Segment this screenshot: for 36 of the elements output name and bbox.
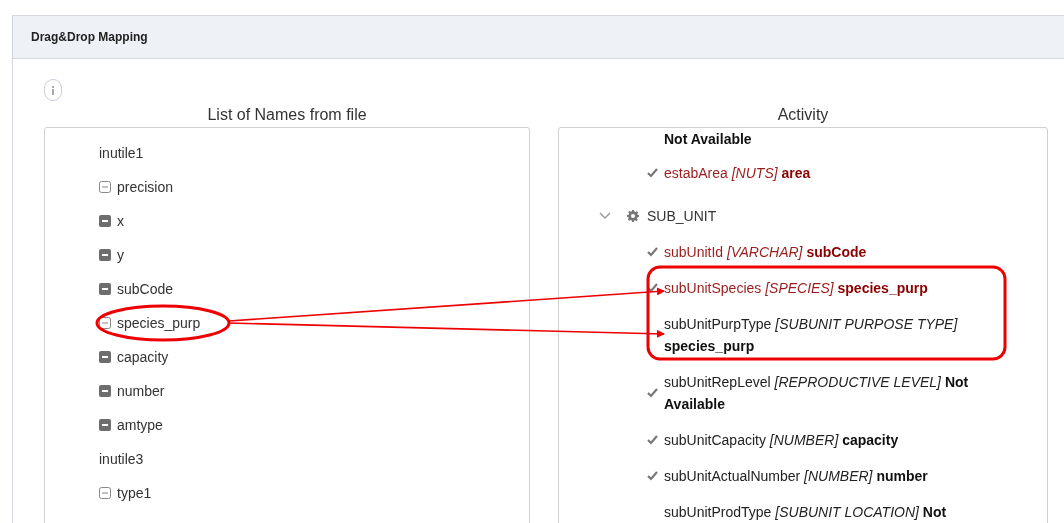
field-mapping[interactable]: subUnitActualNumber [NUMBER] number [664,465,928,487]
field-mapping[interactable]: subUnitRepLevel [REPRODUCTIVE LEVEL] Not Available [664,371,1007,415]
field-mapping[interactable]: subUnitId [VARCHAR] subCode [664,241,867,263]
collapse-icon[interactable] [99,487,111,499]
column-title: List of Names from file [206,105,368,125]
column-title: Activity [776,105,830,125]
field-mapping[interactable]: estabArea [NUTS] area [664,162,811,184]
name-item[interactable]: subCode [117,281,174,297]
minus-square-icon [99,351,111,363]
minus-square-icon [99,283,111,295]
name-item[interactable]: inutile1 [99,145,144,161]
name-item[interactable]: species_purp [117,315,201,331]
collapse-icon[interactable] [99,181,111,193]
minus-square-icon [99,249,111,261]
mapping-value: Not Available [664,130,753,148]
minus-square-icon [99,419,111,431]
name-item[interactable]: type1 [117,485,152,501]
name-item[interactable]: amtype [117,417,163,433]
name-item[interactable]: number [117,383,165,399]
minus-square-icon [99,385,111,397]
chevron-icon[interactable] [599,212,611,220]
name-item[interactable]: precision [117,179,174,195]
minus-square-icon [99,215,111,227]
gear-icon [627,210,639,222]
name-item[interactable]: y [117,247,124,263]
name-item[interactable]: capacity [117,349,169,365]
collapse-icon[interactable] [99,317,111,329]
group-label[interactable]: SUB_UNIT [647,208,717,224]
info-icon [51,85,55,95]
field-mapping[interactable]: subUnitPurpType [SUBUNIT PURPOSE TYPE] species_purp [664,313,1007,357]
field-mapping[interactable]: subUnitProdType [SUBUNIT LOCATION] Not [664,501,947,523]
field-mapping[interactable]: subUnitSpecies [SPECIES] species_purp [664,277,928,299]
field-mapping[interactable]: subUnitCapacity [NUMBER] capacity [664,429,899,451]
panel-title: Drag&Drop Mapping [31,30,148,44]
name-item[interactable]: x [117,213,124,229]
name-item[interactable]: inutile3 [99,451,144,467]
